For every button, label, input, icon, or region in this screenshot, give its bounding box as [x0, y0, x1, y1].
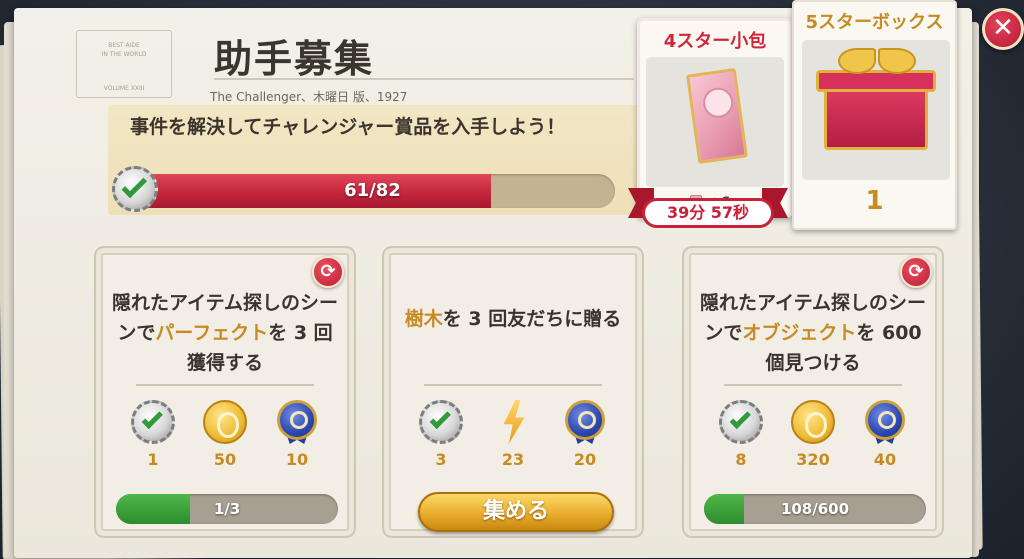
reward-magnifier: 10 — [271, 400, 323, 469]
pack-title: 4スター小包 — [663, 31, 767, 52]
task-1-divider — [136, 384, 314, 386]
challenge-progress-label: 61/82 — [344, 180, 401, 201]
reward-value: 8 — [735, 450, 747, 469]
masthead-line1: BEST AIDE — [108, 42, 140, 49]
challenge-description: 事件を解決してチャレンジャー賞品を入手しよう！ — [130, 116, 566, 138]
task-1-description: 隠れたアイテム探しのシーンでパーフェクトを 3 回獲得する — [110, 288, 340, 378]
task-3-progress-bar: 108/600 — [704, 494, 926, 524]
reward-check: 3 — [415, 400, 467, 469]
pack-image — [646, 57, 784, 187]
task-3-description: 隠れたアイテム探しのシーンでオブジェクトを 600 個見つける — [698, 288, 928, 378]
check-medal-icon — [719, 400, 763, 444]
gold-coin-icon — [791, 400, 835, 444]
blue-magnifier-medal-icon — [863, 400, 907, 444]
gold-coin-icon — [203, 400, 247, 444]
close-icon: ✕ — [992, 13, 1014, 43]
box-count: 1 — [865, 186, 884, 216]
task-2-rewards: 3 23 20 — [384, 400, 642, 469]
reward-check: 8 — [715, 400, 767, 469]
task-3-highlight: オブジェクト — [742, 322, 857, 344]
task-card-3: ⟳ 隠れたアイテム探しのシーンでオブジェクトを 600 個見つける 8 320 … — [682, 246, 944, 538]
task-2-divider — [424, 384, 602, 386]
check-medal-icon — [419, 400, 463, 444]
refresh-task-1-button[interactable]: ⟳ — [312, 256, 344, 288]
page-title: 助手募集 — [214, 37, 375, 81]
gift-bow-right — [878, 48, 916, 74]
gift-box-icon — [824, 84, 928, 150]
task-2-description: 樹木を 3 回友だちに贈る — [398, 304, 628, 334]
reward-coin: 50 — [199, 400, 251, 469]
masthead-bottom: VOLUME XXIII — [103, 85, 145, 92]
box-title: 5スターボックス — [805, 12, 944, 33]
gift-box-image — [802, 40, 950, 180]
gift-bow-left — [838, 48, 876, 74]
card-pack-icon — [685, 67, 749, 165]
reward-value: 320 — [796, 450, 830, 469]
task-1-progress-bar: 1/3 — [116, 494, 338, 524]
reward-value: 40 — [873, 450, 897, 469]
task-1-highlight: パーフェクト — [155, 322, 269, 344]
reward-value: 20 — [573, 450, 597, 469]
five-star-box-card[interactable]: 5スターボックス 1 — [792, 0, 957, 230]
reward-energy: 23 — [487, 400, 539, 469]
gift-lid — [816, 70, 936, 92]
reward-magnifier: 40 — [859, 400, 911, 469]
task-3-progress-label: 108/600 — [780, 500, 850, 518]
reward-magnifier: 20 — [559, 400, 611, 469]
task-card-1: ⟳ 隠れたアイテム探しのシーンでパーフェクトを 3 回獲得する 1 50 10 … — [94, 246, 356, 538]
timer-ribbon: 39分 57秒 — [628, 178, 788, 238]
reward-value: 23 — [501, 450, 525, 469]
task-2-text-after: を 3 回友だちに贈る — [442, 308, 622, 330]
masthead-line2: IN THE WORLD — [101, 51, 147, 58]
collect-button[interactable]: 集める — [418, 492, 614, 532]
close-button[interactable]: ✕ — [982, 8, 1024, 50]
task-1-rewards: 1 50 10 — [96, 400, 354, 469]
title-divider — [214, 78, 634, 80]
task-3-rewards: 8 320 40 — [684, 400, 942, 469]
pack-timer: 39分 57秒 — [642, 198, 774, 228]
reward-value: 1 — [147, 450, 159, 469]
reward-value: 10 — [285, 450, 309, 469]
reward-value: 3 — [435, 450, 447, 469]
task-2-highlight: 樹木 — [404, 308, 443, 330]
page-subtitle: The Challenger、木曜日 版、1927 — [210, 90, 408, 104]
blue-magnifier-medal-icon — [563, 400, 607, 444]
challenge-progress-bar: 61/82 — [130, 174, 615, 208]
check-medal-icon — [131, 400, 175, 444]
refresh-task-3-button[interactable]: ⟳ — [900, 256, 932, 288]
reward-check: 1 — [127, 400, 179, 469]
reward-coin: 320 — [787, 400, 839, 469]
blue-magnifier-medal-icon — [275, 400, 319, 444]
check-medal-icon — [112, 166, 158, 212]
task-1-progress-label: 1/3 — [213, 500, 241, 518]
task-3-divider — [724, 384, 902, 386]
masthead-logo: BEST AIDE IN THE WORLD VOLUME XXIII — [76, 30, 172, 98]
reward-value: 50 — [213, 450, 237, 469]
energy-bolt-icon — [503, 400, 525, 444]
task-card-2: 樹木を 3 回友だちに贈る 3 23 20 集める — [382, 246, 644, 538]
